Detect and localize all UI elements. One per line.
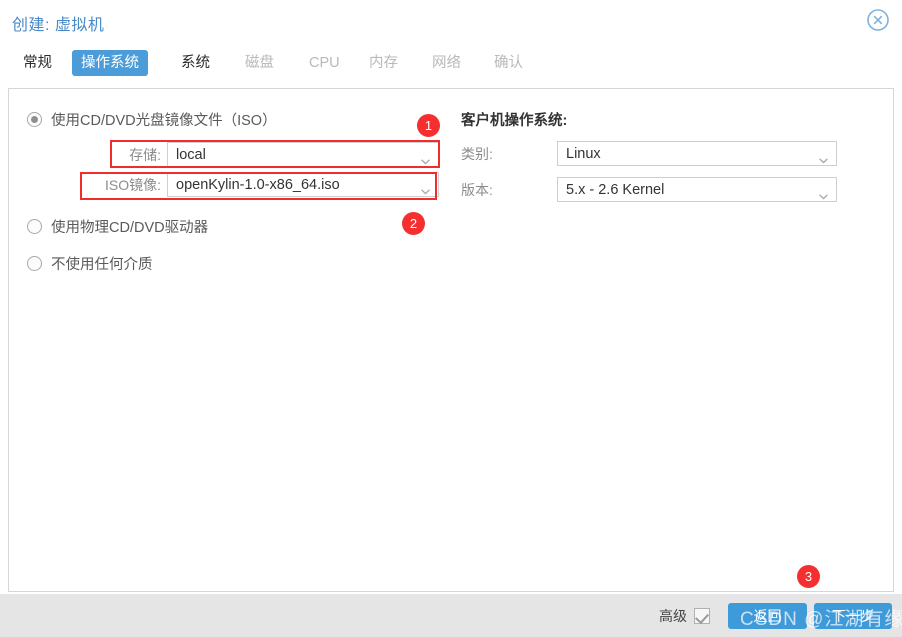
- dialog-header: 创建: 虚拟机: [0, 0, 902, 44]
- field-label-iso-image: ISO镜像:: [104, 176, 161, 193]
- back-button[interactable]: 返回: [728, 603, 807, 629]
- select-os-version[interactable]: 5.x - 2.6 Kernel: [557, 177, 837, 202]
- select-os-version-value: 5.x - 2.6 Kernel: [566, 181, 665, 198]
- field-storage: 存储: local: [109, 142, 439, 167]
- select-storage[interactable]: local: [167, 142, 439, 167]
- tab-bar: 常规 操作系统 系统 磁盘 CPU 内存 网络 确认: [0, 44, 902, 84]
- guest-os-heading: 客户机操作系统:: [461, 113, 568, 129]
- field-os-version: 版本: 5.x - 2.6 Kernel: [461, 177, 837, 202]
- select-os-type[interactable]: Linux: [557, 141, 837, 166]
- advanced-label: 高级: [659, 608, 687, 624]
- page-title: 创建: 虚拟机: [12, 17, 105, 34]
- radio-no-media[interactable]: 不使用任何介质: [27, 253, 153, 274]
- create-vm-dialog: 创建: 虚拟机 常规 操作系统 系统 磁盘 CPU 内存 网络 确认 使用CD/…: [0, 0, 902, 637]
- close-circle-icon: [865, 9, 891, 37]
- advanced-checkbox-row[interactable]: 高级: [659, 606, 710, 626]
- chevron-down-icon: [421, 152, 430, 165]
- field-os-type: 类别: Linux: [461, 141, 837, 166]
- radio-label-physical-drive: 使用物理CD/DVD驱动器: [51, 220, 209, 236]
- select-storage-value: local: [176, 146, 206, 163]
- close-button[interactable]: [865, 7, 891, 33]
- select-iso-image-value: openKylin-1.0-x86_64.iso: [176, 176, 340, 193]
- radio-indicator-no-media: [27, 256, 42, 271]
- dialog-body: 使用CD/DVD光盘镜像文件（ISO） 存储: local ISO镜像: ope…: [8, 88, 894, 592]
- advanced-checkbox[interactable]: [694, 608, 710, 624]
- annotation-badge-3: 3: [797, 565, 820, 588]
- tab-disk[interactable]: 磁盘: [236, 50, 283, 76]
- chevron-down-icon: [819, 151, 828, 164]
- field-label-storage: 存储:: [129, 146, 161, 163]
- tab-os[interactable]: 操作系统: [72, 50, 148, 76]
- field-label-os-type: 类别:: [461, 145, 493, 162]
- field-iso-image: ISO镜像: openKylin-1.0-x86_64.iso: [89, 172, 439, 197]
- next-button[interactable]: 下一步: [814, 603, 892, 629]
- radio-indicator-iso: [27, 112, 42, 127]
- radio-use-physical-drive[interactable]: 使用物理CD/DVD驱动器: [27, 216, 208, 237]
- radio-label-iso: 使用CD/DVD光盘镜像文件（ISO）: [51, 113, 277, 129]
- tab-memory[interactable]: 内存: [360, 50, 407, 76]
- chevron-down-icon: [421, 182, 430, 195]
- field-label-os-version: 版本:: [461, 181, 493, 198]
- radio-indicator-physical-drive: [27, 219, 42, 234]
- select-iso-image[interactable]: openKylin-1.0-x86_64.iso: [167, 172, 439, 197]
- tab-system[interactable]: 系统: [172, 50, 219, 76]
- annotation-badge-1: 1: [417, 114, 440, 137]
- chevron-down-icon: [819, 187, 828, 200]
- tab-general[interactable]: 常规: [14, 50, 61, 76]
- tab-network[interactable]: 网络: [423, 50, 470, 76]
- tab-cpu[interactable]: CPU: [300, 50, 349, 76]
- radio-use-iso[interactable]: 使用CD/DVD光盘镜像文件（ISO）: [27, 109, 277, 130]
- tab-confirm[interactable]: 确认: [485, 50, 532, 76]
- radio-label-no-media: 不使用任何介质: [51, 257, 153, 273]
- select-os-type-value: Linux: [566, 145, 601, 162]
- annotation-badge-2: 2: [402, 212, 425, 235]
- dialog-footer: 高级 返回 下一步: [0, 594, 902, 637]
